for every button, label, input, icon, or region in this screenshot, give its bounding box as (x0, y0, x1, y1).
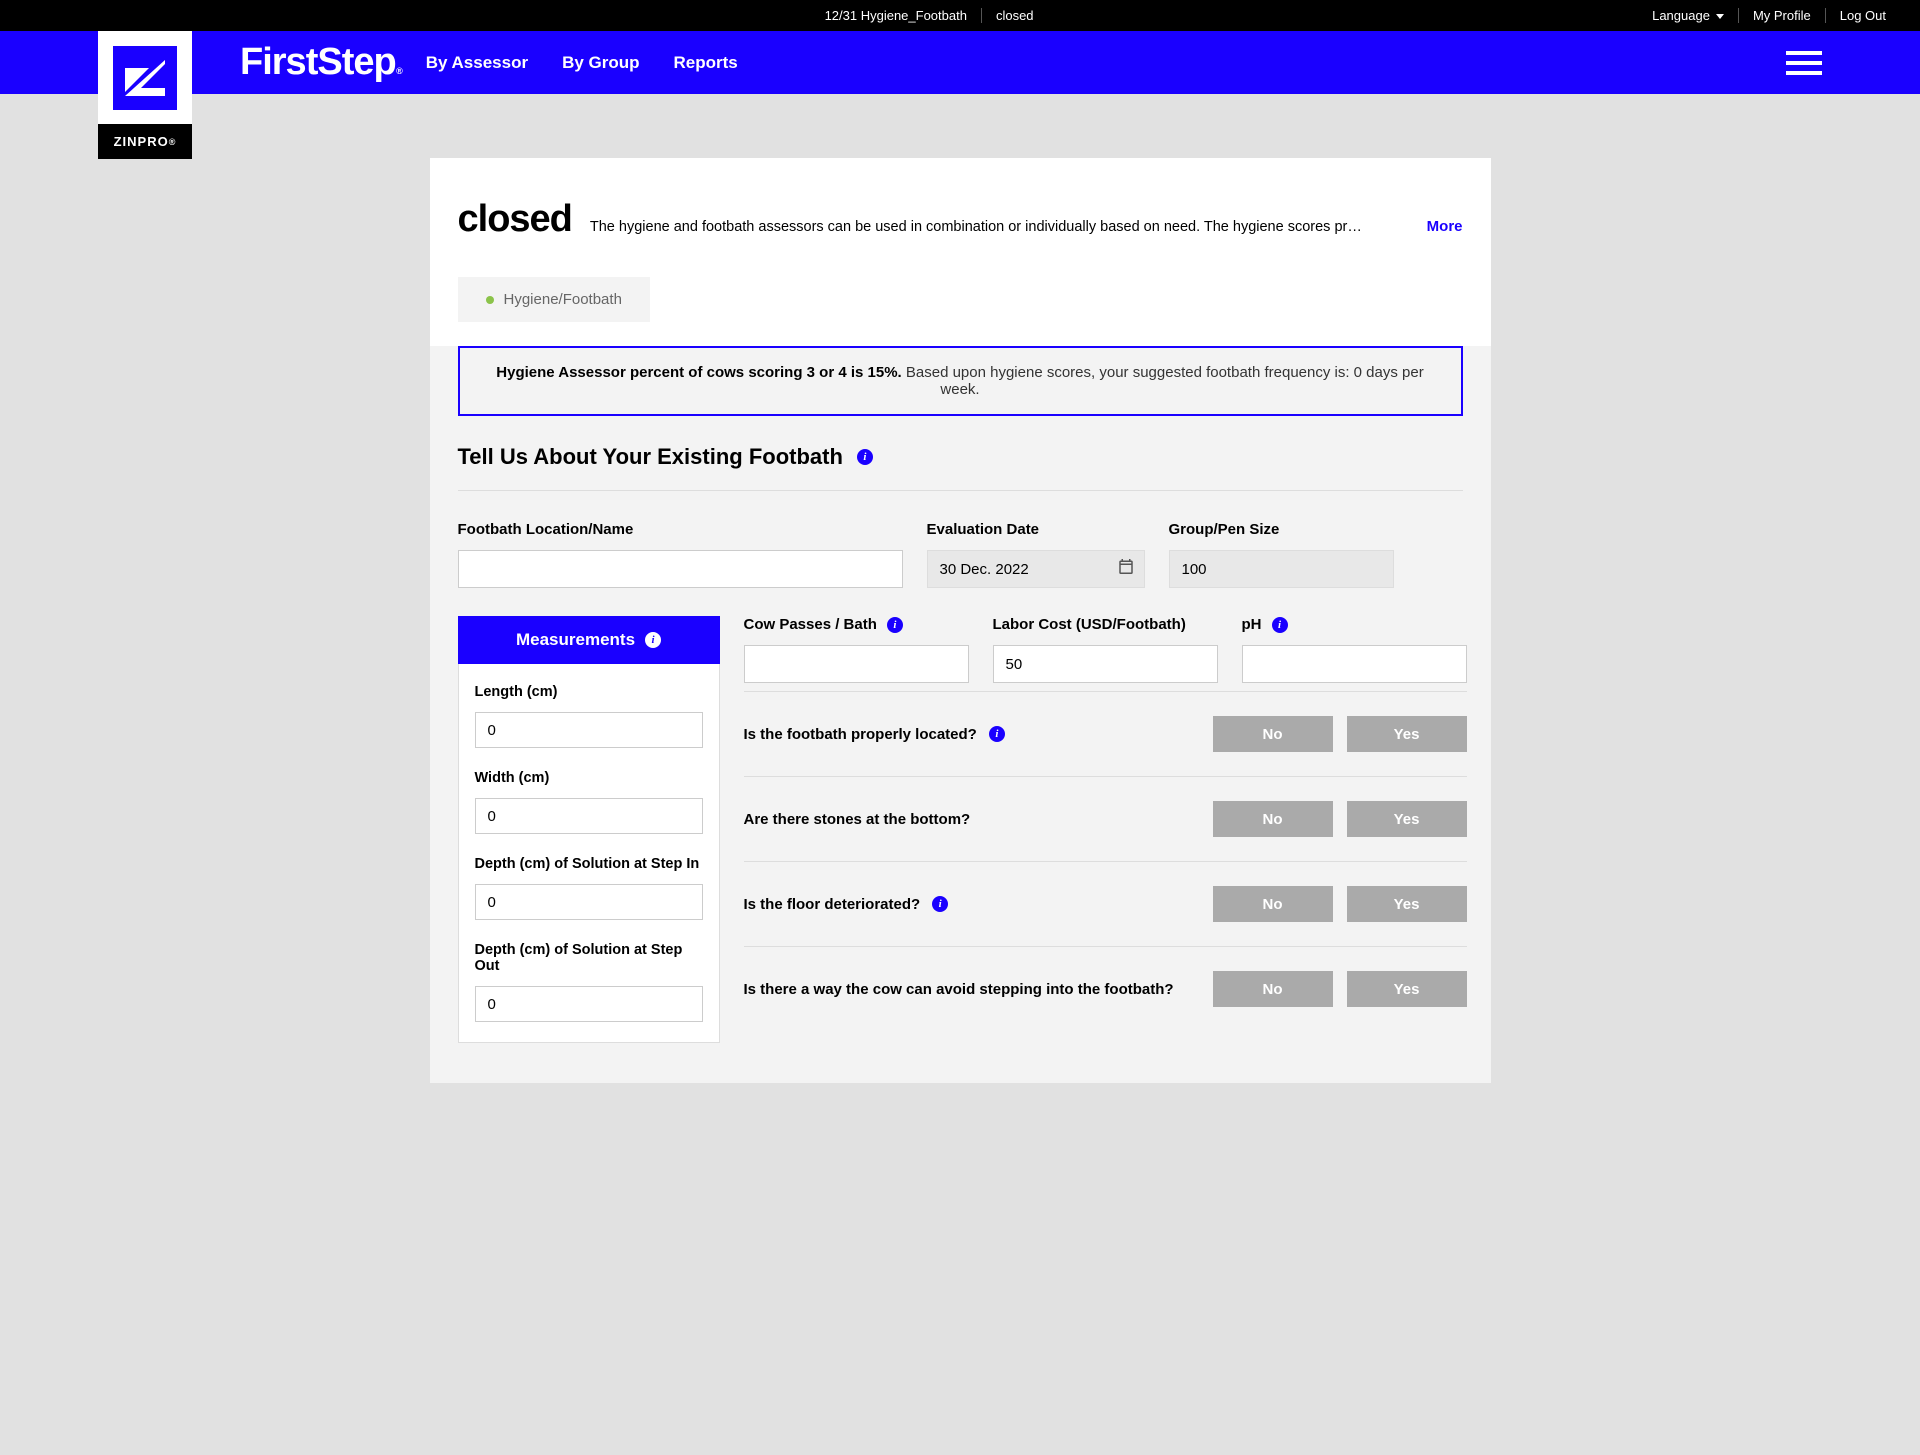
info-icon[interactable]: i (857, 449, 873, 465)
tab-hygiene-footbath[interactable]: Hygiene/Footbath (458, 277, 650, 322)
top-bar: 12/31 Hygiene_Footbath closed Language M… (0, 0, 1920, 31)
q2-no-button[interactable]: No (1213, 801, 1333, 837)
q1-yes-button[interactable]: Yes (1347, 716, 1467, 752)
logo-badge[interactable]: ZINPRO® (98, 31, 192, 159)
q4-yes-button[interactable]: Yes (1347, 971, 1467, 1007)
logo-text: ZINPRO® (98, 124, 192, 159)
breadcrumb: 12/31 Hygiene_Footbath closed (220, 8, 1638, 23)
q3-no-button[interactable]: No (1213, 886, 1333, 922)
depth-out-label: Depth (cm) of Solution at Step Out (475, 942, 703, 974)
location-input[interactable] (458, 550, 903, 588)
eval-date-label: Evaluation Date (927, 521, 1145, 538)
location-label: Footbath Location/Name (458, 521, 903, 538)
status-label: closed (981, 8, 1048, 23)
depth-out-input[interactable] (475, 986, 703, 1022)
status-dot-icon (486, 296, 494, 304)
cow-passes-label: Cow Passes / Bathi (744, 616, 969, 633)
group-size-label: Group/Pen Size (1169, 521, 1394, 538)
question-avoid: Is there a way the cow can avoid steppin… (744, 981, 1213, 998)
language-dropdown[interactable]: Language (1638, 8, 1738, 23)
nav-bar: ZINPRO® FirstStep® By Assessor By Group … (0, 31, 1920, 94)
page-description: The hygiene and footbath assessors can b… (590, 219, 1409, 235)
question-located: Is the footbath properly located?i (744, 726, 1213, 743)
question-stones: Are there stones at the bottom? (744, 811, 1213, 828)
logo-icon (98, 31, 192, 124)
tab-label: Hygiene/Footbath (504, 291, 622, 308)
group-size-input[interactable] (1169, 550, 1394, 588)
brand-name: FirstStep® (240, 41, 396, 84)
depth-in-input[interactable] (475, 884, 703, 920)
length-label: Length (cm) (475, 684, 703, 700)
page-title: closed (458, 198, 572, 241)
alert-box: Hygiene Assessor percent of cows scoring… (458, 346, 1463, 416)
section-title: Tell Us About Your Existing Footbath i (458, 444, 1463, 491)
labor-cost-input[interactable] (993, 645, 1218, 683)
q4-no-button[interactable]: No (1213, 971, 1333, 1007)
labor-cost-label: Labor Cost (USD/Footbath) (993, 616, 1218, 633)
eval-date-input[interactable] (927, 550, 1145, 588)
q2-yes-button[interactable]: Yes (1347, 801, 1467, 837)
info-icon[interactable]: i (887, 617, 903, 633)
info-icon[interactable]: i (989, 726, 1005, 742)
alert-text: Based upon hygiene scores, your suggeste… (902, 364, 1424, 398)
width-input[interactable] (475, 798, 703, 834)
ph-label: pHi (1242, 616, 1467, 633)
chevron-down-icon (1716, 14, 1724, 19)
measurements-header: Measurements i (458, 616, 720, 664)
length-input[interactable] (475, 712, 703, 748)
nav-reports[interactable]: Reports (674, 53, 738, 73)
width-label: Width (cm) (475, 770, 703, 786)
cow-passes-input[interactable] (744, 645, 969, 683)
nav-by-group[interactable]: By Group (562, 53, 639, 73)
more-link[interactable]: More (1427, 218, 1463, 235)
question-floor: Is the floor deteriorated?i (744, 896, 1213, 913)
q1-no-button[interactable]: No (1213, 716, 1333, 752)
info-icon[interactable]: i (645, 632, 661, 648)
alert-bold: Hygiene Assessor percent of cows scoring… (496, 364, 901, 381)
main-container: closed The hygiene and footbath assessor… (430, 158, 1491, 1083)
my-profile-link[interactable]: My Profile (1738, 8, 1825, 23)
ph-input[interactable] (1242, 645, 1467, 683)
hamburger-icon[interactable] (1786, 51, 1822, 75)
info-icon[interactable]: i (1272, 617, 1288, 633)
q3-yes-button[interactable]: Yes (1347, 886, 1467, 922)
depth-in-label: Depth (cm) of Solution at Step In (475, 856, 703, 872)
nav-by-assessor[interactable]: By Assessor (426, 53, 528, 73)
logout-link[interactable]: Log Out (1825, 8, 1900, 23)
info-icon[interactable]: i (932, 896, 948, 912)
context-label: 12/31 Hygiene_Footbath (811, 8, 981, 23)
